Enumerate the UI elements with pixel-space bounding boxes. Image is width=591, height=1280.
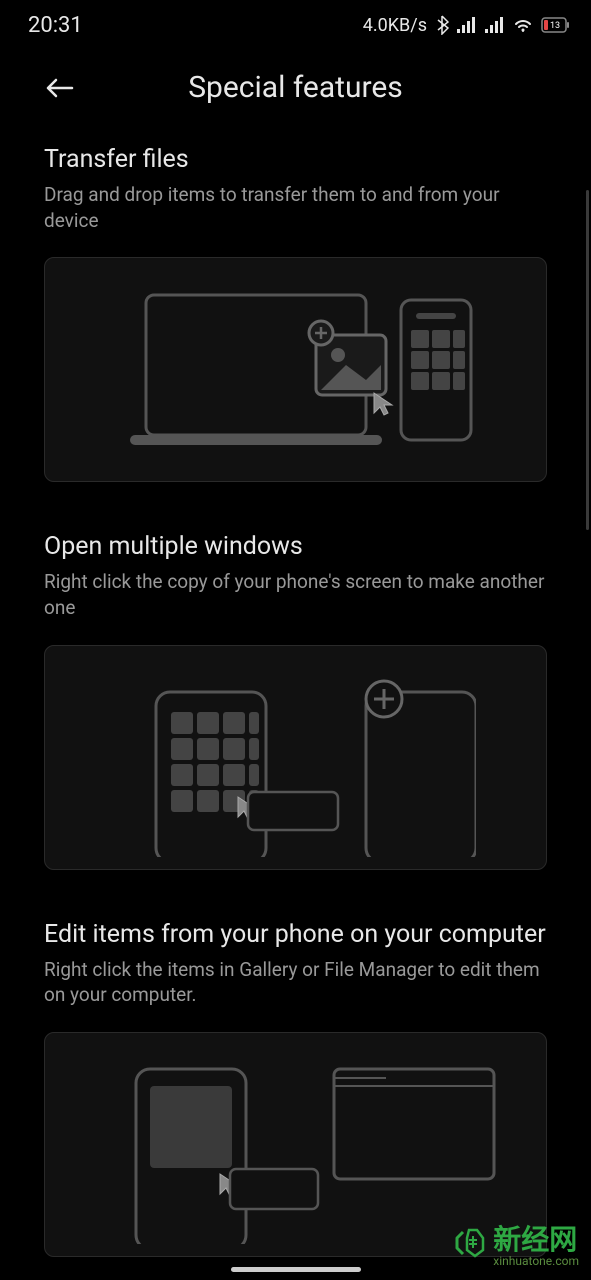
- watermark-text: 新经网: [493, 1223, 577, 1256]
- feature-description: Right click the items in Gallery or File…: [44, 957, 547, 1008]
- feature-description: Drag and drop items to transfer them to …: [44, 182, 547, 233]
- svg-text:13: 13: [550, 21, 560, 31]
- feature-title: Transfer files: [44, 145, 547, 174]
- feature-title: Open multiple windows: [44, 532, 547, 561]
- feature-illustration-windows: [44, 645, 547, 870]
- feature-title: Edit items from your phone on your compu…: [44, 920, 547, 949]
- scroll-indicator[interactable]: [586, 190, 589, 530]
- navigation-indicator[interactable]: [231, 1267, 361, 1272]
- page-title: Special features: [24, 70, 567, 105]
- status-time: 20:31: [28, 13, 83, 38]
- back-button[interactable]: [40, 68, 80, 108]
- signal-icon-1: [457, 17, 477, 33]
- feature-illustration-transfer: [44, 257, 547, 482]
- feature-transfer-files: Transfer files Drag and drop items to tr…: [44, 145, 547, 482]
- watermark-url: xinhuatone.com: [493, 1254, 579, 1268]
- bluetooth-icon: [435, 15, 449, 35]
- status-icons: 4.0KB/s 13: [363, 15, 571, 36]
- watermark: 新经网 xinhuatone.com: [453, 1218, 579, 1268]
- page-header: Special features: [0, 50, 591, 145]
- watermark-icon: [453, 1226, 487, 1260]
- back-arrow-icon: [44, 76, 76, 100]
- signal-icon-2: [485, 17, 505, 33]
- battery-icon: 13: [541, 17, 571, 33]
- feature-edit-items: Edit items from your phone on your compu…: [44, 920, 547, 1257]
- network-speed: 4.0KB/s: [363, 15, 427, 36]
- feature-multiple-windows: Open multiple windows Right click the co…: [44, 532, 547, 869]
- wifi-icon: [513, 17, 533, 33]
- content-area: Transfer files Drag and drop items to tr…: [0, 145, 591, 1257]
- status-bar: 20:31 4.0KB/s 13: [0, 0, 591, 50]
- feature-description: Right click the copy of your phone's scr…: [44, 569, 547, 620]
